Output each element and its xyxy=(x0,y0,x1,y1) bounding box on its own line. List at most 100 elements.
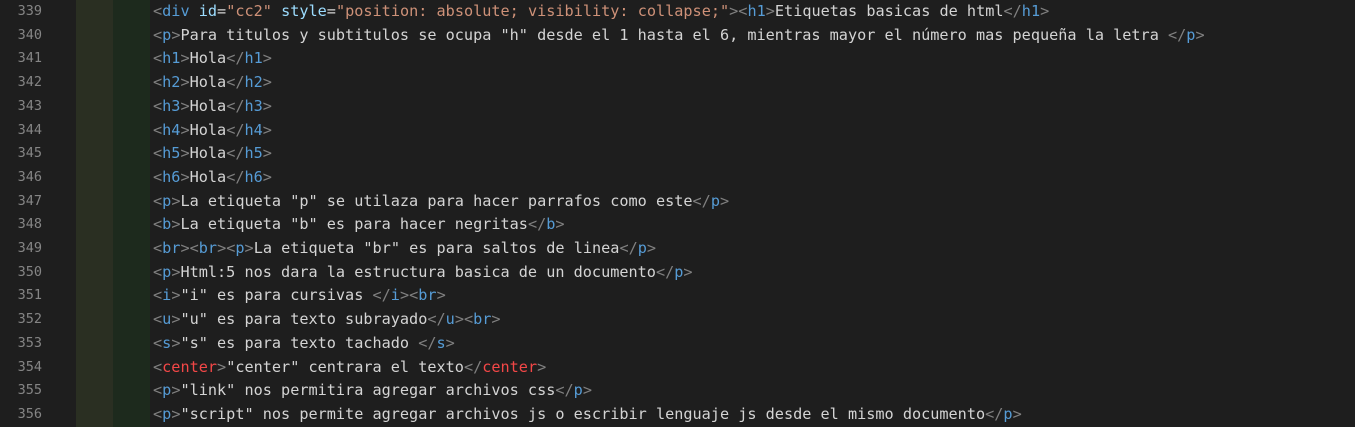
code-line[interactable]: <br><br><p>La etiqueta "br" es para salt… xyxy=(153,237,656,261)
code-token: > xyxy=(445,333,455,352)
code-token: La etiqueta "p" se utilaza para hacer pa… xyxy=(180,191,693,210)
code-token: < xyxy=(153,73,163,92)
code-token: < xyxy=(153,2,163,20)
code-token: Para titulos y subtitulos se ocupa "h" d… xyxy=(180,25,1168,44)
code-token: h2 xyxy=(162,73,181,92)
code-line[interactable]: <p > Html:5 nos dara la estructura basica … xyxy=(153,261,693,285)
code-token: < xyxy=(189,239,199,257)
code-token: > xyxy=(180,167,190,186)
code-token: h3 xyxy=(244,96,263,115)
code-token: "i" es para cursivas xyxy=(180,286,373,305)
code-token: > xyxy=(683,262,693,281)
code-token: u xyxy=(445,310,455,329)
code-token: id xyxy=(198,2,218,20)
code-token: </ xyxy=(619,239,638,257)
code-token: < xyxy=(153,239,163,257)
code-token: "center" centrara el texto xyxy=(226,357,464,376)
code-token: > xyxy=(217,357,227,376)
code-token: p xyxy=(162,191,172,210)
code-token: center xyxy=(162,357,218,376)
code-token: p xyxy=(235,239,245,257)
code-token: </ xyxy=(527,215,547,234)
code-line[interactable]: <p>"link" nos permitira agregar archivos… xyxy=(153,379,592,403)
code-token: > xyxy=(180,49,190,68)
code-line[interactable]: <h5>Hola</h5> xyxy=(153,142,272,166)
code-token: p xyxy=(573,381,583,400)
line-number: 341 xyxy=(17,50,42,67)
code-token: < xyxy=(153,357,163,376)
code-token: </ xyxy=(1003,2,1022,20)
code-token: > xyxy=(262,49,272,68)
code-line[interactable]: <b > La etiqueta "b" es para hacer negrita… xyxy=(153,213,565,237)
code-token: Hola xyxy=(189,73,227,92)
code-token: > xyxy=(1195,25,1205,44)
code-token: > xyxy=(262,144,272,163)
code-token: < xyxy=(153,404,163,423)
code-token: > xyxy=(180,96,190,115)
code-token: h1 xyxy=(244,49,263,68)
code-token: h3 xyxy=(162,96,181,115)
code-token: Hola xyxy=(189,167,227,186)
code-token: br xyxy=(473,310,492,329)
line-number: 342 xyxy=(17,74,42,91)
code-token: > xyxy=(399,286,410,305)
code-token: < xyxy=(153,286,163,305)
code-token: </ xyxy=(1167,25,1187,44)
code-token: > xyxy=(537,357,547,376)
code-token: > xyxy=(262,96,272,115)
code-token: < xyxy=(153,120,163,139)
code-token: </ xyxy=(226,120,245,139)
code-token: i xyxy=(390,286,400,305)
code-line[interactable]: <h4>Hola</h4> xyxy=(153,119,272,143)
code-token: > xyxy=(244,239,254,257)
code-token: > xyxy=(262,167,272,186)
code-token: > xyxy=(217,239,227,257)
code-line[interactable]: <p>"script" nos permite agregar archivos… xyxy=(153,403,1022,427)
code-token: h1 xyxy=(162,49,181,68)
code-token: = xyxy=(217,2,227,20)
line-number: 356 xyxy=(17,405,42,422)
code-token: > xyxy=(646,239,657,257)
code-line[interactable]: <div id="cc2" style="position: absolute;… xyxy=(153,0,1049,24)
code-token: > xyxy=(582,381,592,400)
code-line[interactable]: <p>La etiqueta "p" se utilaza para hacer… xyxy=(153,190,729,214)
code-token: > xyxy=(180,120,190,139)
code-token: h5 xyxy=(244,144,263,163)
code-token: center xyxy=(482,357,538,376)
code-line[interactable]: <center>"center" centrara el texto</cent… xyxy=(153,356,546,380)
code-editor[interactable]: 339 340 341 342 343 344 345 346 347 348 349 350 351 3… xyxy=(0,0,1355,427)
code-line[interactable]: <u>"u" es para texto subrayado</u><br> xyxy=(153,308,501,332)
code-token: h6 xyxy=(244,167,263,186)
code-token: < xyxy=(153,310,163,329)
code-token: h6 xyxy=(162,167,181,186)
code-line[interactable]: <p > Para titulos y subtitulos se ocupa "h… xyxy=(153,24,1205,48)
code-token: < xyxy=(153,144,163,163)
code-token: i xyxy=(162,286,172,305)
code-line[interactable]: <h2>Hola</h2> xyxy=(153,71,272,95)
code-token: > xyxy=(765,2,775,20)
code-line[interactable]: <h3>Hola</h3> xyxy=(153,95,272,119)
code-token: > xyxy=(262,120,272,139)
code-line[interactable]: <h1>Hola</h1> xyxy=(153,47,272,71)
code-line[interactable]: <i>"i" es para cursivas </i><br> xyxy=(153,284,446,308)
code-token: </ xyxy=(692,191,711,210)
line-number: 349 xyxy=(17,240,42,256)
code-token: p xyxy=(162,25,172,44)
code-token: </ xyxy=(226,73,245,92)
code-token: br xyxy=(418,286,437,305)
code-token: style xyxy=(281,2,327,20)
code-token: </ xyxy=(226,96,245,115)
code-token: < xyxy=(409,286,419,305)
code-area[interactable]: <div id="cc2" style="position: absolute;… xyxy=(153,0,1353,427)
code-token: </ xyxy=(463,357,483,376)
code-token: La etiqueta "br" es para saltos de linea xyxy=(253,239,620,257)
indent-guide xyxy=(113,0,150,427)
code-token: > xyxy=(1040,2,1050,20)
code-token: < xyxy=(153,381,163,400)
line-number: 354 xyxy=(17,358,42,375)
code-line[interactable]: <h6>Hola</h6> xyxy=(153,166,272,190)
line-number-gutter: 339 340 341 342 343 344 345 346 347 348 349 350 351 3… xyxy=(0,0,74,427)
code-token: > xyxy=(1012,404,1022,423)
code-token: < xyxy=(153,167,163,186)
code-line[interactable]: <s>"s" es para texto tachado </s> xyxy=(153,332,455,356)
